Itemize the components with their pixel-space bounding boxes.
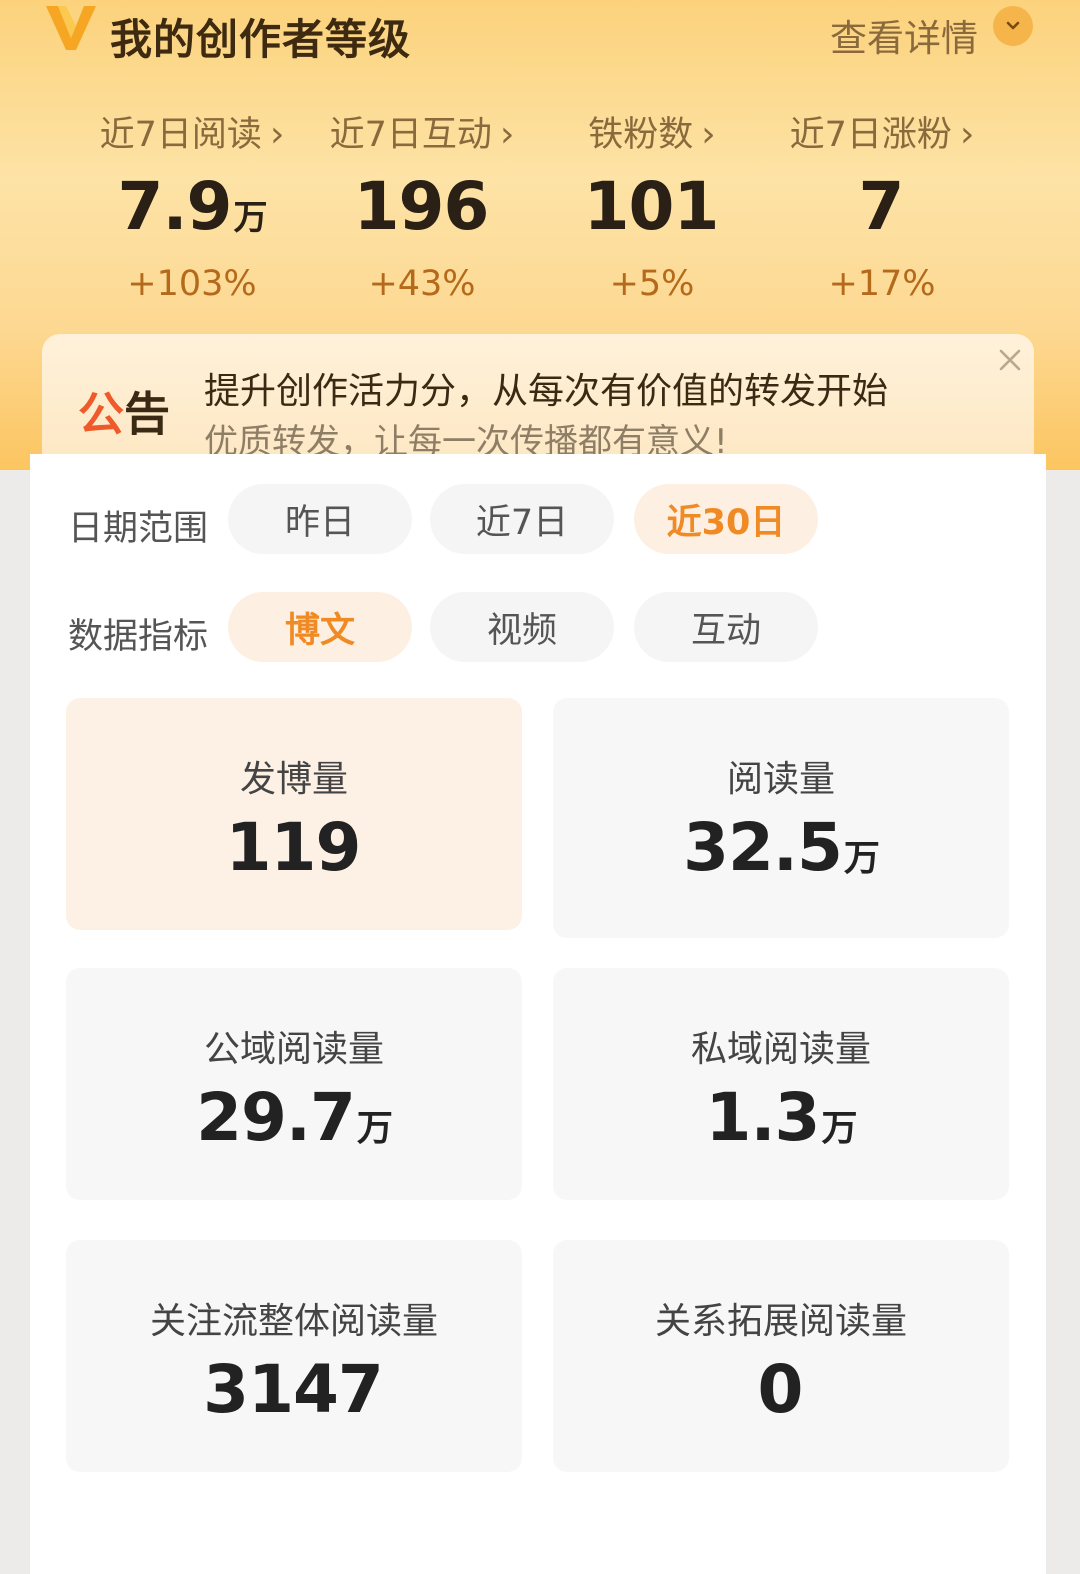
v-level-logo-icon	[46, 6, 96, 50]
stat-change: +103%	[127, 264, 257, 304]
data-panel: 日期范围 昨日 近7日 近30日 数据指标 博文 视频 互动 发博量 119 阅…	[30, 454, 1046, 1574]
card-value: 1.3	[705, 1079, 821, 1156]
stat-value: 7	[858, 168, 905, 245]
close-icon[interactable]	[994, 344, 1026, 376]
metric-option-interaction[interactable]: 互动	[634, 592, 818, 662]
date-option-7-days[interactable]: 近7日	[430, 484, 614, 554]
view-details-button[interactable]	[993, 6, 1033, 46]
chevron-right-icon: ›	[701, 114, 716, 155]
stat-weekly-new-fans[interactable]: 近7日涨粉 › 7 +17%	[762, 106, 1002, 304]
stat-change: +43%	[368, 264, 476, 304]
metric-label: 数据指标	[68, 617, 209, 657]
view-details-link[interactable]: 查看详情	[830, 8, 978, 62]
metric-card-follow-feed-reads[interactable]: 关注流整体阅读量 3147	[66, 1240, 522, 1472]
announcement-headline: 提升创作活力分，从每次有价值的转发开始	[204, 371, 889, 412]
stat-label: 铁粉数	[588, 115, 694, 155]
stat-value: 7.9	[117, 168, 233, 245]
chevron-right-icon: ›	[499, 114, 515, 155]
card-unit: 万	[843, 838, 880, 879]
stat-change: +17%	[828, 264, 936, 304]
metric-card-private-reads[interactable]: 私域阅读量 1.3万	[553, 968, 1009, 1200]
metric-option-video[interactable]: 视频	[430, 592, 614, 662]
card-unit: 万	[821, 1108, 857, 1149]
stat-iron-fans[interactable]: 铁粉数 › 101 +5%	[532, 106, 772, 304]
chevron-down-icon	[1006, 21, 1020, 30]
stat-label: 近7日涨粉	[789, 115, 952, 155]
chevron-right-icon: ›	[269, 114, 285, 155]
card-value: 3147	[203, 1351, 384, 1428]
card-value: 0	[757, 1351, 804, 1428]
metric-card-reads[interactable]: 阅读量 32.5万	[553, 698, 1009, 938]
announcement-banner[interactable]: 公告 提升创作活力分，从每次有价值的转发开始 优质转发，让每一次传播都有意义!	[42, 334, 1034, 474]
metric-option-posts[interactable]: 博文	[228, 592, 412, 662]
date-option-30-days[interactable]: 近30日	[634, 484, 818, 554]
card-value: 119	[225, 809, 362, 886]
card-label: 阅读量	[726, 759, 835, 800]
announcement-tag: 公告	[78, 387, 170, 441]
metric-card-post-count[interactable]: 发博量 119	[66, 698, 522, 930]
card-label: 私域阅读量	[690, 1029, 871, 1070]
stat-weekly-interactions[interactable]: 近7日互动 › 196 +43%	[302, 106, 542, 304]
card-label: 公域阅读量	[203, 1029, 384, 1070]
stat-change: +5%	[609, 264, 695, 304]
card-label: 关注流整体阅读量	[149, 1301, 438, 1342]
page-title: 我的创作者等级	[110, 15, 412, 64]
stat-unit: 万	[233, 198, 267, 238]
card-value: 32.5	[683, 809, 843, 886]
stat-value: 196	[353, 168, 490, 245]
stat-weekly-reads[interactable]: 近7日阅读 › 7.9万 +103%	[72, 106, 312, 304]
card-label: 发博量	[239, 759, 348, 800]
stat-label: 近7日阅读	[99, 115, 262, 155]
card-value: 29.7	[196, 1079, 356, 1156]
date-option-yesterday[interactable]: 昨日	[228, 484, 412, 554]
metric-card-relation-expansion-reads[interactable]: 关系拓展阅读量 0	[553, 1240, 1009, 1472]
metric-card-public-reads[interactable]: 公域阅读量 29.7万	[66, 968, 522, 1200]
card-label: 关系拓展阅读量	[654, 1301, 907, 1342]
date-range-label: 日期范围	[68, 509, 209, 549]
chevron-right-icon: ›	[959, 114, 975, 155]
stat-label: 近7日互动	[329, 115, 492, 155]
stat-value: 101	[583, 168, 720, 245]
card-unit: 万	[356, 1108, 393, 1149]
